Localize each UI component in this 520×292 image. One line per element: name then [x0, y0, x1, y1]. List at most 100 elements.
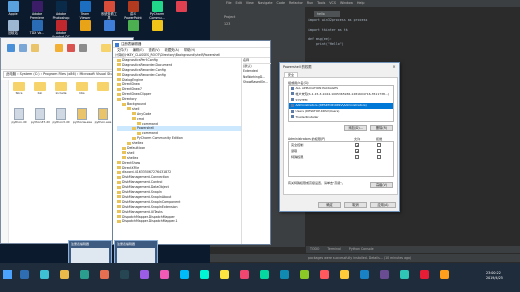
file-icon — [56, 108, 66, 120]
ide-menu-item[interactable]: View — [246, 1, 254, 5]
taskbar-app-icon[interactable] — [140, 270, 149, 279]
taskbar-app-icon[interactable] — [80, 270, 89, 279]
registry-key[interactable]: DispatchMapper.DispatchMapper.1 — [117, 219, 241, 224]
apply-button[interactable]: 应用(A) — [370, 202, 396, 208]
deny-checkbox[interactable] — [377, 149, 381, 153]
new-folder-icon[interactable] — [101, 44, 111, 52]
user-group-icon — [291, 86, 294, 90]
file-item[interactable]: python.exe — [94, 108, 112, 124]
folder-item[interactable]: include — [52, 82, 70, 95]
deny-checkbox[interactable] — [377, 155, 381, 159]
allow-checkbox[interactable]: ✔ — [355, 143, 359, 148]
file-label: python.dll — [11, 120, 27, 124]
folder-item[interactable]: Slics — [10, 82, 28, 95]
desktop-icon[interactable]: Apple — [4, 1, 22, 17]
ide-menu-item[interactable]: Edit — [236, 1, 242, 5]
desktop-icon[interactable]: Adobe Photoshop — [52, 1, 70, 20]
ok-button[interactable]: 确定 — [318, 202, 341, 208]
taskbar-app-icon[interactable] — [320, 270, 329, 279]
desktop-icon[interactable]: Adobe Premiere — [28, 1, 46, 20]
taskbar-app-icon[interactable] — [440, 270, 449, 279]
taskbar-app-icon[interactable] — [340, 270, 349, 279]
ide-menu-item[interactable]: Run — [307, 1, 313, 5]
file-item[interactable]: python.dll — [10, 108, 28, 124]
taskbar-app-icon[interactable] — [200, 270, 209, 279]
folder-item[interactable]: bin — [31, 82, 49, 95]
start-button[interactable] — [3, 270, 12, 279]
regedit-menu-item[interactable]: 收藏夹(A) — [165, 48, 179, 52]
taskbar-app-icon[interactable] — [380, 270, 389, 279]
desktop-icon[interactable]: TDX Vo... — [28, 20, 46, 36]
cancel-button[interactable]: 取消 — [344, 202, 367, 208]
regedit-menu-item[interactable]: 帮助(H) — [184, 48, 195, 52]
rename-icon[interactable] — [79, 44, 87, 52]
taskbar-app-icon[interactable] — [20, 270, 29, 279]
taskbar-app-icon[interactable] — [360, 270, 369, 279]
project-root[interactable]: 123 — [224, 22, 230, 26]
clock-date[interactable]: 2019/4/25 — [486, 276, 503, 280]
desktop-icon[interactable]: 回收站 — [4, 20, 22, 36]
folder-item[interactable]: libs — [73, 82, 91, 95]
taskbar-app-icon[interactable] — [100, 270, 109, 279]
taskbar-app-icon[interactable] — [220, 270, 229, 279]
desktop-icon[interactable] — [100, 20, 118, 32]
regedit-menu-item[interactable]: 编辑(E) — [133, 48, 144, 52]
taskbar-app-icon[interactable] — [240, 270, 249, 279]
paste-icon[interactable] — [31, 44, 39, 52]
tool-tab[interactable]: TODO — [310, 247, 319, 251]
registry-key-label: AnyCode — [137, 111, 152, 116]
file-item[interactable]: pythonw.exe — [73, 108, 92, 124]
registry-value[interactable]: ShowBasedOn... — [243, 80, 271, 85]
allow-checkbox[interactable] — [355, 155, 359, 159]
regedit-menu-item[interactable]: 查看(V) — [149, 48, 160, 52]
ide-menu-item[interactable]: File — [226, 1, 232, 5]
ide-menu-item[interactable]: Help — [357, 1, 365, 5]
editor-tab[interactable]: hello — [314, 11, 340, 17]
ide-menu-item[interactable]: Window — [340, 1, 353, 5]
ide-menu-item[interactable]: Navigate — [258, 1, 273, 5]
desktop-icon[interactable] — [76, 20, 94, 32]
taskbar-app-icon[interactable] — [180, 270, 189, 279]
file-item[interactable]: python3.dll — [52, 108, 70, 124]
desktop-icon[interactable]: PyCharm Commu... — [148, 1, 166, 20]
ide-menu-item[interactable]: Refactor — [289, 1, 303, 5]
taskbar-app-icon[interactable] — [420, 270, 429, 279]
taskbar-app-icon[interactable] — [120, 270, 129, 279]
allow-checkbox[interactable]: ✔ — [355, 149, 359, 154]
folder-icon — [117, 97, 121, 101]
desktop-icon[interactable] — [148, 20, 166, 32]
desktop-icon[interactable] — [124, 20, 142, 32]
desktop-icon[interactable] — [172, 1, 190, 13]
advanced-button[interactable]: 高级(V) — [370, 182, 393, 188]
desktop-icon[interactable]: 系统查看工具 — [100, 1, 118, 20]
remove-button[interactable]: 删除(R) — [370, 125, 393, 131]
principal-list[interactable]: ALL APPLICATION PACKAGES 帐户未知(S-1-15-3-10… — [288, 85, 394, 122]
ide-menu-item[interactable]: Tools — [317, 1, 325, 5]
folder-item[interactable] — [94, 82, 112, 92]
taskbar-app-icon[interactable] — [40, 270, 49, 279]
regedit-menu-item[interactable]: 文件(F) — [117, 48, 128, 52]
deny-checkbox[interactable] — [377, 143, 381, 147]
ide-menu-item[interactable]: Code — [277, 1, 285, 5]
copy-icon[interactable] — [19, 44, 27, 52]
taskbar-app-icon[interactable] — [300, 270, 309, 279]
desktop-icon[interactable]: Team Viewer — [76, 1, 94, 20]
file-item[interactable]: python37.dll — [31, 108, 50, 124]
pin-icon[interactable] — [7, 44, 15, 52]
clock-time[interactable]: 23:00:22 — [486, 271, 501, 275]
principal-item[interactable]: TrustedInstaller — [289, 115, 393, 121]
tool-tab[interactable]: Python Console — [349, 247, 374, 251]
ide-menu-item[interactable]: VCS — [329, 1, 336, 5]
delete-icon[interactable] — [67, 44, 75, 52]
move-to-icon[interactable] — [55, 44, 63, 52]
taskbar-app-icon[interactable] — [160, 270, 169, 279]
project-tab-label[interactable]: Project — [224, 15, 235, 19]
desktop-icon[interactable]: 讲义 PowerPoint — [124, 1, 142, 20]
tool-tab[interactable]: Terminal — [327, 247, 340, 251]
add-button[interactable]: 添加(D)... — [344, 125, 367, 131]
taskbar-app-icon[interactable] — [260, 270, 269, 279]
taskbar-app-icon[interactable] — [60, 270, 69, 279]
taskbar-app-icon[interactable] — [280, 270, 289, 279]
taskbar-app-icon[interactable] — [400, 270, 409, 279]
close-icon[interactable]: × — [390, 64, 398, 70]
